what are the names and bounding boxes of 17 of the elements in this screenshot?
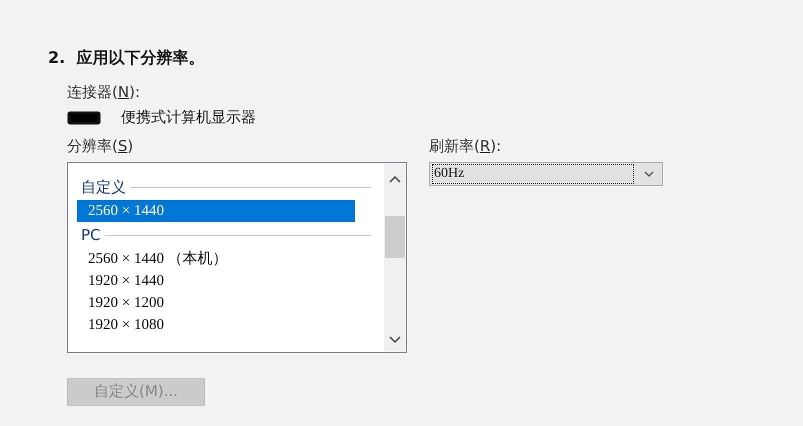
scrollbar[interactable] (384, 163, 406, 352)
resolution-label: 分辨率(S) (67, 137, 134, 156)
chevron-down-icon (644, 171, 654, 177)
refresh-rate-label: 刷新率(R): (429, 137, 502, 156)
group-header: 自定义 (81, 178, 126, 196)
resolution-option[interactable]: 2560 × 1440 （本机） (77, 248, 376, 270)
step-heading: 2. 应用以下分辨率。 (48, 48, 206, 69)
resolution-option[interactable]: 1920 × 1080 (77, 314, 376, 336)
monitor-icon (67, 110, 101, 124)
resolution-option[interactable]: 1920 × 1200 (77, 292, 376, 314)
display-name: 便携式计算机显示器 (121, 108, 256, 127)
refresh-rate-dropdown[interactable]: 60Hz (429, 162, 663, 186)
scroll-thumb[interactable] (385, 216, 405, 258)
connector-label: 连接器(N): (67, 83, 141, 102)
resolution-option[interactable]: 2560 × 1440 (77, 200, 355, 222)
group-header: PC (81, 226, 101, 244)
resolution-option[interactable]: 1920 × 1440 (77, 270, 376, 292)
